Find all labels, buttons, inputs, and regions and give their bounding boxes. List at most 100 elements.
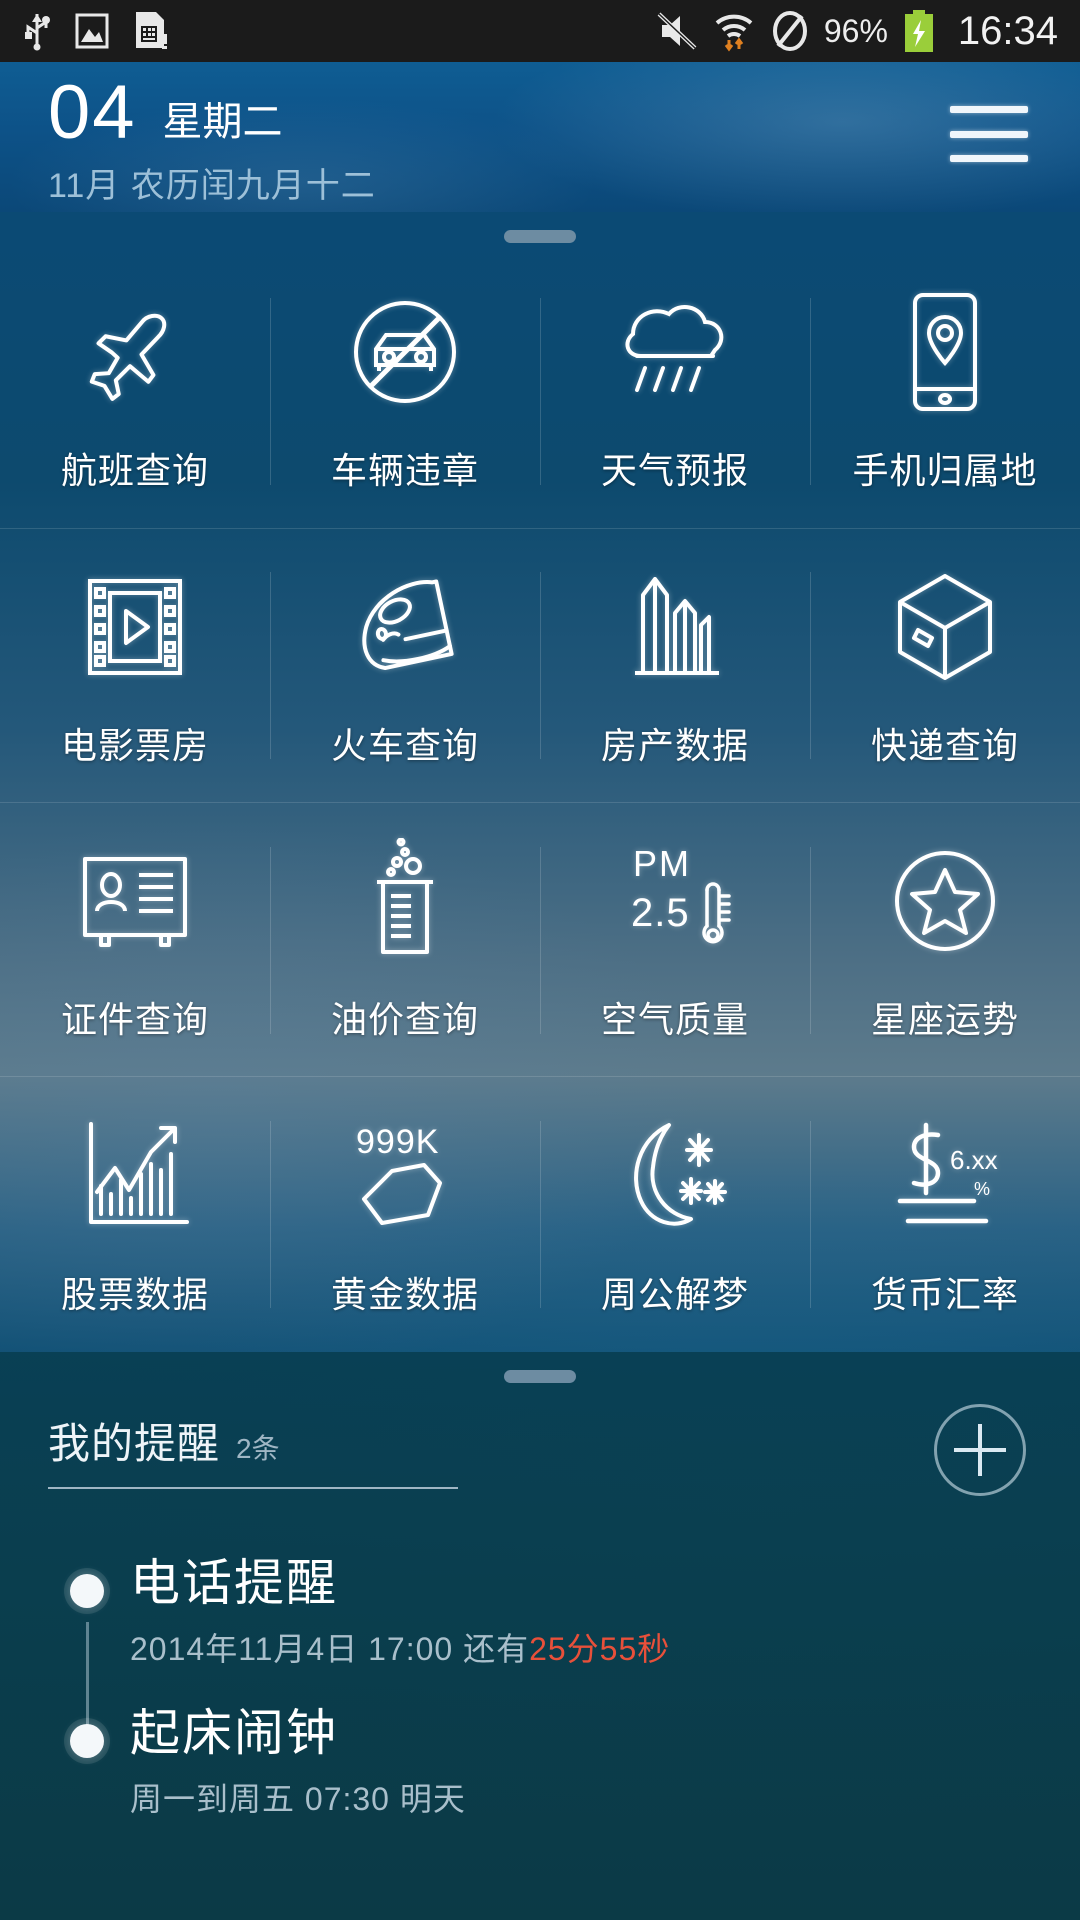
status-bar-right-icons: 96% 16:34 (656, 9, 1058, 54)
cell-divider (810, 297, 811, 485)
grid-drag-handle[interactable] (504, 230, 576, 243)
id-card-icon (73, 837, 197, 965)
battery-percent-label: 96% (823, 12, 888, 49)
do-not-disturb-icon (772, 11, 807, 51)
film-strip-icon (76, 563, 194, 691)
list-item[interactable]: 电话提醒 2014年11月4日 17:00 还有25分55秒 (0, 1552, 1080, 1740)
pm-value-label: 2.5 (631, 891, 690, 935)
cell-divider (540, 572, 541, 760)
grid-item-air-quality[interactable]: PM 2.5 空气质量 (540, 803, 810, 1078)
grid-item-label: 油价查询 (330, 999, 479, 1041)
cell-divider (540, 297, 541, 485)
grid-item-label: 车辆违章 (330, 450, 479, 492)
cell-divider (540, 1121, 541, 1309)
cell-divider (270, 572, 271, 760)
reminder-time-text: 2014年11月4日 17:00 还有 (130, 1631, 530, 1667)
grid-item-fuel-price[interactable]: 油价查询 (270, 803, 540, 1078)
currency-rate-icon: 6.xx % (882, 1112, 1008, 1240)
grid-item-weather-forecast[interactable]: 天气预报 (540, 254, 810, 529)
cell-divider (270, 846, 271, 1034)
reminder-subtitle: 2014年11月4日 17:00 还有25分55秒 (130, 1624, 1080, 1670)
date-header: 04 星期二 11月 农历闰九月十二 (0, 62, 1080, 212)
reminder-bullet-icon (70, 1724, 104, 1758)
grid-item-label: 星座运势 (870, 999, 1019, 1041)
buildings-icon (615, 563, 735, 691)
sim-card-icon (136, 12, 167, 49)
reminder-count-badge: 2条 (236, 1433, 280, 1464)
app-grid: 航班查询 车辆违章 天气预报 手机归属地 电影票房 火车查询 房产数据 快递查询… (0, 254, 1080, 1352)
grid-item-label: 周公解梦 (600, 1273, 749, 1315)
day-number: 04 (48, 70, 137, 155)
rate-value-label: 6.xx (950, 1145, 998, 1175)
gold-purity-label: 999K (356, 1123, 439, 1161)
grid-item-label: 房产数据 (600, 724, 749, 766)
grid-item-stock-data[interactable]: 股票数据 (0, 1078, 270, 1353)
status-bar: 96% 16:34 (0, 0, 1080, 62)
grid-item-dream-interpretation[interactable]: 周公解梦 (540, 1078, 810, 1353)
grid-item-label: 航班查询 (60, 450, 209, 492)
rain-cloud-icon (611, 288, 739, 416)
reminder-bullet-icon (70, 1574, 104, 1608)
grid-item-id-query[interactable]: 证件查询 (0, 803, 270, 1078)
hamburger-menu-icon[interactable] (950, 106, 1028, 162)
grid-item-train-query[interactable]: 火车查询 (270, 529, 540, 804)
grid-item-phone-location[interactable]: 手机归属地 (810, 254, 1080, 529)
percent-label: % (974, 1179, 990, 1199)
hamburger-line (950, 130, 1028, 138)
cell-divider (810, 846, 811, 1034)
stock-chart-icon (75, 1112, 195, 1240)
grid-item-flight-query[interactable]: 航班查询 (0, 254, 270, 529)
reminder-list: 电话提醒 2014年11月4日 17:00 还有25分55秒 起床闹钟 周一到周… (0, 1552, 1080, 1852)
plus-circle-icon[interactable] (934, 1404, 1026, 1496)
reminder-name: 起床闹钟 (130, 1705, 338, 1761)
grid-item-currency-rate[interactable]: 6.xx % 货币汇率 (810, 1078, 1080, 1353)
grid-item-label: 火车查询 (330, 724, 479, 766)
hamburger-line (950, 155, 1028, 162)
reminder-subtitle: 周一到周五 07:30 明天 (130, 1774, 1080, 1820)
train-icon (341, 563, 469, 691)
grid-item-label: 黄金数据 (330, 1273, 479, 1315)
grid-item-traffic-violation[interactable]: 车辆违章 (270, 254, 540, 529)
grid-item-label: 天气预报 (600, 450, 749, 492)
grid-item-label: 手机归属地 (852, 450, 1038, 492)
battery-charging-icon (904, 10, 933, 52)
grid-item-label: 货币汇率 (870, 1273, 1019, 1315)
cell-divider (270, 297, 271, 485)
cell-divider (270, 1121, 271, 1309)
lunar-date-label: 11月 农历闰九月十二 (48, 167, 376, 205)
gold-nugget-icon: 999K (342, 1112, 468, 1240)
grid-item-real-estate[interactable]: 房产数据 (540, 529, 810, 804)
clock-label: 16:34 (957, 8, 1058, 53)
grid-item-label: 股票数据 (60, 1273, 209, 1315)
reminder-title: 我的提醒 (48, 1420, 221, 1467)
grid-item-label: 空气质量 (600, 999, 749, 1041)
reminder-time-text: 周一到周五 07:30 明天 (130, 1781, 466, 1817)
phone-screen: 96% 16:34 04 星期二 11月 农历闰九月十二 航班查询 车辆违章 天… (0, 0, 1080, 1920)
pm25-thermometer-icon: PM 2.5 (609, 837, 741, 965)
mute-icon (657, 12, 697, 50)
grid-item-horoscope[interactable]: 星座运势 (810, 803, 1080, 1078)
beaker-icon (353, 837, 457, 965)
reminder-drag-handle[interactable] (504, 1370, 576, 1383)
usb-icon (25, 14, 50, 51)
cell-divider (540, 846, 541, 1034)
weekday-label: 星期二 (162, 100, 283, 144)
grid-item-gold-data[interactable]: 999K 黄金数据 (270, 1078, 540, 1353)
list-item[interactable]: 起床闹钟 周一到周五 07:30 明天 (0, 1702, 1080, 1852)
star-circle-icon (886, 837, 1004, 965)
grid-item-label: 快递查询 (870, 724, 1019, 766)
grid-item-label: 证件查询 (60, 999, 209, 1041)
grid-item-box-office[interactable]: 电影票房 (0, 529, 270, 804)
moon-stars-icon (613, 1112, 737, 1240)
grid-item-express-query[interactable]: 快递查询 (810, 529, 1080, 804)
reminder-countdown-text: 25分55秒 (529, 1631, 671, 1667)
phone-location-icon (899, 288, 991, 416)
reminder-panel: 我的提醒 2条 电话提醒 2014年11月4日 17:00 还有25分55秒 起… (0, 1352, 1080, 1920)
package-box-icon (886, 563, 1004, 691)
reminder-header: 我的提醒 2条 (48, 1410, 458, 1489)
grid-item-label: 电影票房 (60, 724, 209, 766)
image-icon (75, 13, 109, 49)
airplane-icon (75, 288, 195, 416)
hamburger-line (950, 106, 1028, 113)
reminder-name: 电话提醒 (130, 1555, 338, 1611)
